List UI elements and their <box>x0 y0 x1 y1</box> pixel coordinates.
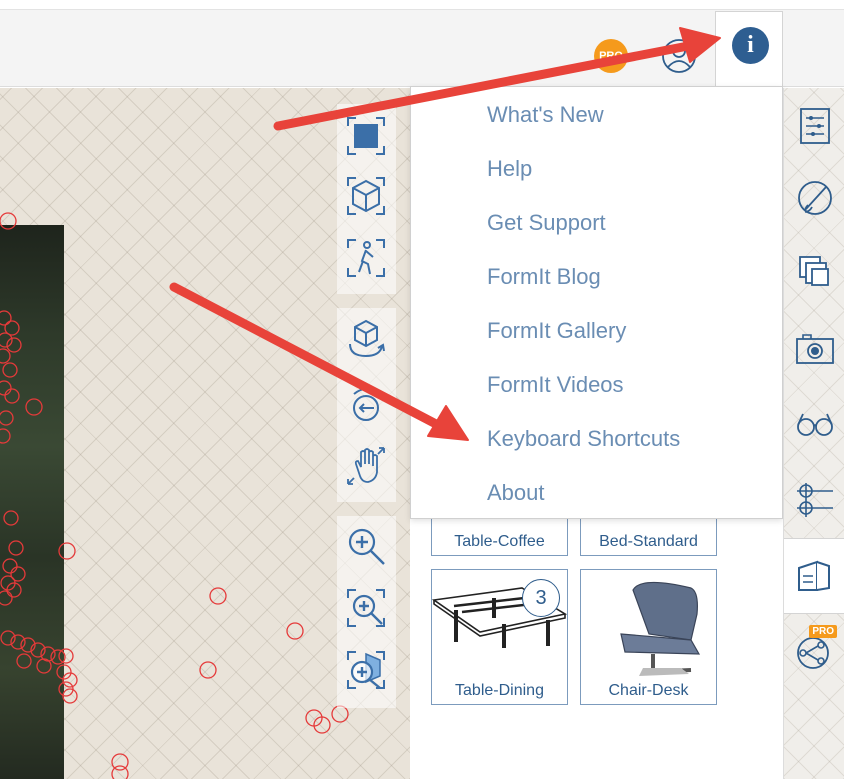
dynamo-icon[interactable]: PRO <box>784 623 844 679</box>
info-button[interactable]: i <box>715 11 783 87</box>
walkthrough-icon[interactable] <box>342 234 390 282</box>
user-icon[interactable] <box>660 37 698 75</box>
visibility-icon[interactable] <box>784 395 844 451</box>
scenes-icon[interactable] <box>784 321 844 377</box>
zoom-group <box>337 516 396 708</box>
dynamo-pro-badge: PRO <box>809 625 837 638</box>
content-library-icon[interactable] <box>784 538 844 614</box>
chair-desk-thumbnail <box>620 581 701 676</box>
tile-count-badge: 3 <box>522 579 560 617</box>
menu-item-help[interactable]: Help <box>487 156 532 182</box>
top-strip <box>0 0 844 10</box>
levels-icon[interactable] <box>784 472 844 528</box>
tile-label: Table-Dining <box>455 682 544 699</box>
orbit-icon[interactable] <box>342 314 390 362</box>
menu-item-whats-new[interactable]: What's New <box>487 102 604 128</box>
menu-item-get-support[interactable]: Get Support <box>487 210 606 236</box>
properties-icon[interactable] <box>784 98 844 154</box>
menu-item-keyboard-shortcuts[interactable]: Keyboard Shortcuts <box>487 426 680 452</box>
view-mode-group <box>337 104 396 294</box>
layers-icon[interactable] <box>784 242 844 298</box>
zoom-extents-icon[interactable] <box>342 584 390 632</box>
pan-icon[interactable] <box>342 442 390 490</box>
menu-item-formit-gallery[interactable]: FormIt Gallery <box>487 318 626 344</box>
menu-item-formit-videos[interactable]: FormIt Videos <box>487 372 624 398</box>
right-panel-bar: PRO <box>783 88 844 779</box>
tile-label: Bed-Standard <box>599 533 698 550</box>
look-around-icon[interactable] <box>342 380 390 428</box>
library-tile-table-dining[interactable]: 3 Table-Dining <box>431 569 568 705</box>
orbit-group <box>337 308 396 502</box>
tile-label: Table-Coffee <box>454 533 545 550</box>
menu-item-about[interactable]: About <box>487 480 545 506</box>
tile-label: Chair-Desk <box>608 682 689 699</box>
library-tile-chair-desk[interactable]: Chair-Desk <box>580 569 717 705</box>
menu-item-formit-blog[interactable]: FormIt Blog <box>487 264 601 290</box>
info-dropdown-menu: What's New Help Get Support FormIt Blog … <box>410 86 783 519</box>
view-shaded-icon[interactable] <box>342 112 390 160</box>
zoom-selected-icon[interactable] <box>342 646 390 694</box>
materials-icon[interactable] <box>784 170 844 226</box>
zoom-icon[interactable] <box>342 522 390 570</box>
info-icon: i <box>732 27 769 64</box>
view-3d-icon[interactable] <box>342 172 390 220</box>
pro-badge-icon[interactable]: PRO <box>594 39 628 73</box>
